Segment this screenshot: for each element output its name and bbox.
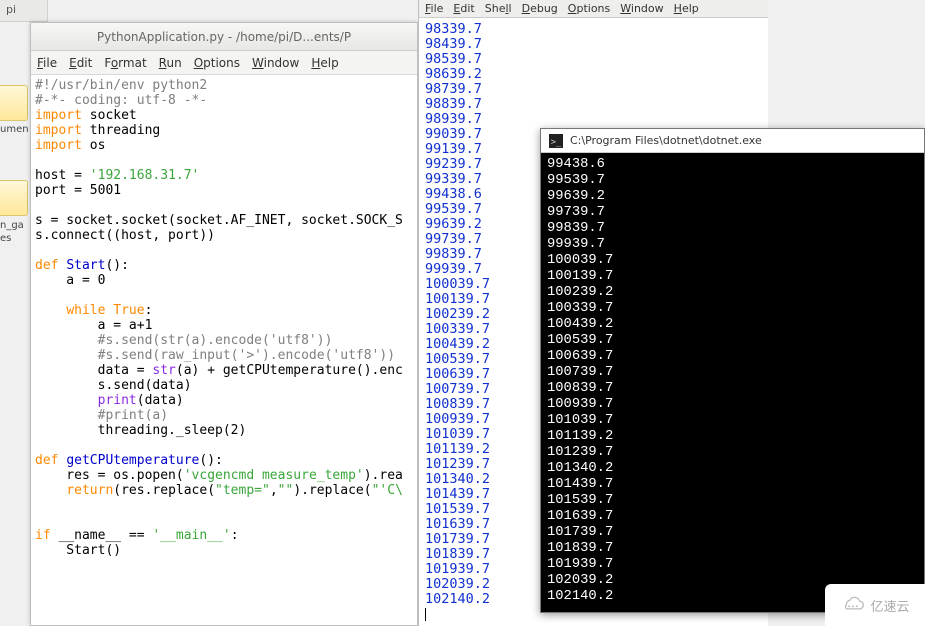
console-output[interactable]: 99438.6 99539.7 99639.2 99739.7 99839.7 … (541, 153, 924, 612)
menu-window[interactable]: Window (620, 2, 663, 15)
menu-format[interactable]: Format (104, 56, 146, 70)
desktop-tab: pi (0, 0, 48, 22)
cloud-icon (840, 596, 866, 614)
menu-shell[interactable]: Shell (485, 2, 512, 15)
desktop-folder-label: es (0, 233, 32, 244)
menu-run[interactable]: Run (159, 56, 182, 70)
menu-file[interactable]: File (425, 2, 443, 15)
menu-file[interactable]: File (37, 56, 57, 70)
menu-debug[interactable]: Debug (522, 2, 558, 15)
console-titlebar[interactable]: >_ C:\Program Files\dotnet\dotnet.exe (541, 129, 924, 153)
desktop-folder-label: n_ga (0, 220, 32, 231)
console-app-icon: >_ (549, 134, 563, 148)
desktop-folder-icon[interactable] (0, 180, 28, 216)
editor-menubar: File Edit Format Run Options Window Help (31, 51, 417, 75)
editor-titlebar[interactable]: PythonApplication.py - /home/pi/D...ents… (31, 23, 417, 51)
menu-edit[interactable]: Edit (453, 2, 474, 15)
watermark: 亿速云 (825, 584, 925, 626)
menu-window[interactable]: Window (252, 56, 299, 70)
code-editor[interactable]: #!/usr/bin/env python2 #-*- coding: utf-… (31, 75, 417, 625)
menu-options[interactable]: Options (194, 56, 240, 70)
menu-help[interactable]: Help (674, 2, 699, 15)
editor-window: PythonApplication.py - /home/pi/D...ents… (30, 22, 418, 626)
menu-help[interactable]: Help (311, 56, 338, 70)
menu-options[interactable]: Options (568, 2, 610, 15)
dotnet-console-window: >_ C:\Program Files\dotnet\dotnet.exe 99… (540, 128, 925, 613)
watermark-text: 亿速云 (870, 596, 909, 615)
menu-edit[interactable]: Edit (69, 56, 92, 70)
desktop-folder-label: umen (0, 124, 32, 135)
svg-text:>_: >_ (551, 137, 562, 147)
desktop-folder-icon[interactable] (0, 85, 28, 121)
shell-menubar: File Edit Shell Debug Options Window Hel… (419, 0, 768, 18)
console-title-text: C:\Program Files\dotnet\dotnet.exe (570, 134, 762, 147)
